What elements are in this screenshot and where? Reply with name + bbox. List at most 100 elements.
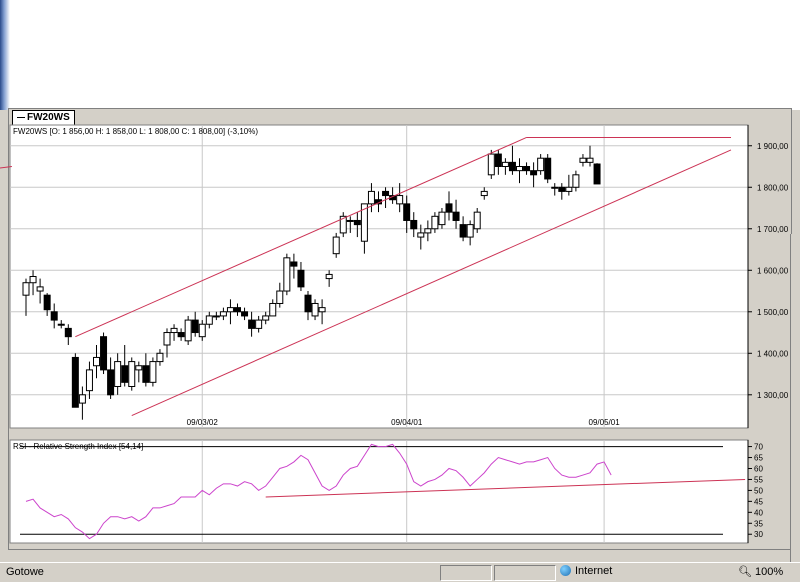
candle-body (177, 332, 185, 338)
candle-body (332, 236, 340, 255)
rsi-tick-label: 40 (754, 508, 763, 517)
candle-body (516, 166, 523, 172)
candle-body (523, 166, 531, 172)
candle-body (283, 257, 291, 292)
price-header: FW20WS [O: 1 856,00 H: 1 858,00 L: 1 808… (13, 127, 258, 136)
candle-body (276, 290, 284, 304)
candle-body (64, 327, 72, 338)
candle-body (198, 323, 206, 338)
candle-body (212, 315, 220, 318)
rsi-tick-label: 30 (754, 530, 763, 539)
candle-body (508, 161, 516, 172)
rsi-tick-label: 45 (754, 497, 763, 506)
candle-body (219, 311, 227, 317)
candle-body (318, 307, 326, 313)
candle-body (466, 224, 474, 238)
candle-body (304, 294, 312, 313)
rsi-tick-label: 35 (754, 519, 763, 528)
candle-body (78, 394, 86, 404)
security-zone: Internet (560, 565, 612, 577)
candle-body (234, 307, 241, 313)
candle-body (382, 190, 390, 197)
candle-body (367, 190, 375, 205)
candle-body (445, 203, 453, 213)
candle-body (71, 356, 79, 408)
candle-body (255, 319, 263, 329)
magnifier-icon: 🔍︎ (738, 566, 752, 578)
zoom-value: 100% (755, 566, 784, 578)
candle-body (100, 336, 108, 371)
candle-body (205, 315, 213, 325)
candle-body (241, 311, 249, 317)
candle-body (156, 352, 164, 363)
candle-body (170, 327, 178, 334)
candle-body (50, 311, 58, 321)
x-tick-label: 09/05/01 (589, 418, 621, 427)
candle-body (487, 153, 495, 176)
y-tick-label: 1 500,00 (757, 308, 789, 317)
y-tick-label: 1 400,00 (757, 349, 789, 358)
zoom-level[interactable]: 🔍︎ 100% (738, 565, 783, 578)
candle-body (121, 365, 129, 383)
candle-body (480, 190, 488, 197)
candle-body (494, 153, 502, 168)
candle-body (248, 319, 256, 329)
candle-body (353, 219, 361, 226)
stock-chart: 1 300,00 1 400,00 1 500,00 1 600,00 1 700,00… (0, 124, 789, 544)
candle-body (544, 157, 552, 180)
candle-body (572, 174, 580, 188)
status-cell (440, 565, 492, 581)
y-tick-label: 1 900,00 (757, 142, 789, 151)
y-tick-label: 1 300,00 (757, 391, 789, 400)
candle-body (396, 195, 404, 205)
candle-body (85, 369, 93, 392)
candle-body (57, 323, 65, 326)
candle-body (325, 273, 333, 280)
y-tick-label: 1 800,00 (757, 183, 789, 192)
rsi-tick-label: 60 (754, 464, 763, 473)
candle-body (184, 319, 192, 342)
candle-body (593, 163, 601, 185)
candle-body (142, 365, 150, 383)
candle-body (473, 211, 481, 230)
candle-body (128, 361, 136, 387)
rsi-tick-label: 65 (754, 454, 763, 463)
candle-body (459, 224, 467, 238)
candle-body (551, 186, 559, 189)
candle-body (346, 219, 354, 222)
y-tick-label: 1 700,00 (757, 225, 789, 234)
candle-body (311, 302, 319, 317)
candle-body (579, 157, 587, 163)
candle-body (269, 302, 277, 317)
candle-body (226, 307, 234, 313)
y-tick-label: 1 600,00 (757, 266, 789, 275)
candle-body (586, 157, 594, 163)
candle-body (163, 332, 171, 346)
candle-body (36, 286, 44, 292)
candle-body (403, 203, 411, 221)
rsi-plot-area (9, 439, 749, 544)
globe-icon (560, 565, 571, 576)
candle-body (107, 369, 115, 396)
rsi-tick-label: 55 (754, 475, 763, 484)
candle-body (135, 365, 143, 371)
candle-body (43, 294, 51, 311)
rsi-tick-label: 50 (754, 486, 763, 495)
candle-body (114, 361, 122, 387)
zone-label: Internet (575, 565, 613, 577)
rsi-header: RSI - Relative Strength Index [54,14] (13, 442, 143, 451)
candle-body (424, 228, 432, 234)
candle-body (297, 269, 305, 288)
candle-body (417, 232, 425, 238)
candle-body (438, 211, 446, 226)
candle-body (290, 261, 298, 267)
candle-body (93, 356, 100, 367)
candle-body (22, 282, 30, 296)
candle-body (191, 319, 199, 334)
x-tick-label: 09/03/02 (187, 418, 219, 427)
status-cell (494, 565, 556, 581)
candle-body (558, 186, 566, 192)
candle-body (565, 186, 573, 192)
status-bar: Gotowe Internet 🔍︎ 100% (0, 562, 800, 582)
rsi-tick-label: 70 (754, 443, 763, 452)
